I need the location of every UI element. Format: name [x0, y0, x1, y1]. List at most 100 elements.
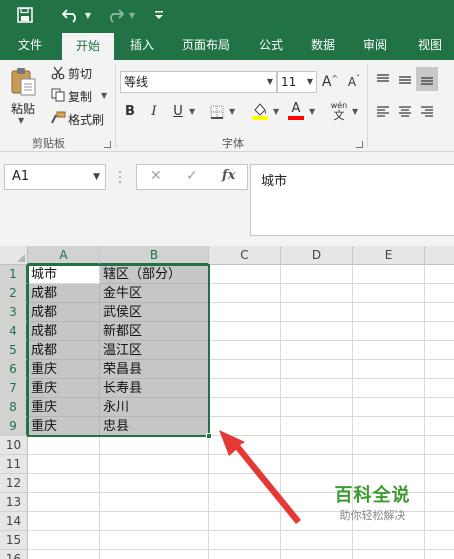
active-cell[interactable]: 城市	[28, 265, 100, 284]
cell[interactable]	[209, 379, 281, 398]
font-size-select[interactable]: 11 ▼	[277, 71, 317, 93]
name-box[interactable]: A1 ▼	[4, 164, 106, 190]
cell[interactable]: 成都	[28, 303, 100, 322]
row-header[interactable]: 13	[0, 493, 28, 512]
cell[interactable]	[100, 512, 209, 531]
cell[interactable]	[28, 455, 100, 474]
align-middle-icon[interactable]	[396, 70, 414, 88]
cell[interactable]	[281, 531, 353, 550]
italic-button[interactable]: I	[146, 101, 162, 121]
cell[interactable]: 荣昌县	[100, 360, 209, 379]
cell[interactable]	[353, 341, 425, 360]
clipboard-dialog-launcher-icon[interactable]	[104, 141, 111, 148]
underline-dropdown-chevron-icon[interactable]: ▼	[189, 107, 195, 116]
cell[interactable]	[425, 360, 454, 379]
tab-review[interactable]: 审阅	[354, 30, 396, 60]
cell[interactable]	[281, 550, 353, 559]
cell[interactable]	[209, 417, 281, 436]
cell[interactable]	[209, 512, 281, 531]
tab-view[interactable]: 视图	[408, 30, 452, 60]
cell[interactable]	[281, 436, 353, 455]
cell[interactable]: 重庆	[28, 360, 100, 379]
column-c-header[interactable]: C	[209, 246, 281, 265]
cell[interactable]	[353, 265, 425, 284]
cell[interactable]	[28, 474, 100, 493]
cell[interactable]	[353, 550, 425, 559]
undo-dropdown-chevron-icon[interactable]: ▼	[83, 4, 93, 26]
cell[interactable]	[425, 379, 454, 398]
enter-icon[interactable]: ✓	[186, 168, 198, 184]
cell[interactable]: 温江区	[100, 341, 209, 360]
cell[interactable]	[209, 341, 281, 360]
copy-dropdown-chevron-icon[interactable]: ▼	[101, 91, 107, 100]
font-name-select[interactable]: 等线 ▼	[120, 71, 277, 93]
cell[interactable]	[425, 398, 454, 417]
cell[interactable]	[100, 474, 209, 493]
align-right-icon[interactable]	[418, 102, 436, 120]
cut-button-label[interactable]: 剪切	[68, 65, 92, 82]
cell[interactable]	[281, 322, 353, 341]
cell[interactable]	[281, 284, 353, 303]
cell[interactable]	[209, 531, 281, 550]
cell[interactable]	[281, 417, 353, 436]
cell[interactable]	[209, 474, 281, 493]
fill-color-dropdown-chevron-icon[interactable]: ▼	[273, 107, 279, 116]
cell[interactable]	[425, 341, 454, 360]
cell[interactable]	[209, 436, 281, 455]
cell[interactable]	[281, 303, 353, 322]
cell[interactable]	[209, 398, 281, 417]
cell[interactable]	[100, 531, 209, 550]
cell[interactable]	[425, 436, 454, 455]
font-dialog-launcher-icon[interactable]	[356, 141, 363, 148]
cell[interactable]	[353, 417, 425, 436]
cell[interactable]: 重庆	[28, 379, 100, 398]
cell[interactable]: 重庆	[28, 398, 100, 417]
paste-dropdown-chevron-icon[interactable]: ▼	[18, 116, 24, 125]
row-header[interactable]: 6	[0, 360, 28, 379]
cell[interactable]	[281, 398, 353, 417]
phonetic-guide-button[interactable]: wén 文	[328, 100, 350, 122]
paste-icon[interactable]	[8, 66, 38, 98]
align-left-icon[interactable]	[374, 102, 392, 120]
cell[interactable]	[353, 455, 425, 474]
cell[interactable]	[425, 493, 454, 512]
floppy-disk-icon[interactable]	[14, 4, 36, 26]
tab-home[interactable]: 开始	[62, 33, 114, 60]
cell[interactable]	[209, 550, 281, 559]
copy-icon[interactable]	[50, 87, 66, 103]
row-header[interactable]: 2	[0, 284, 28, 303]
cancel-icon[interactable]: ✕	[150, 168, 162, 184]
cell[interactable]	[100, 493, 209, 512]
cell[interactable]	[209, 284, 281, 303]
cell[interactable]	[353, 284, 425, 303]
cell[interactable]	[281, 265, 353, 284]
tab-data[interactable]: 数据	[302, 30, 344, 60]
column-a-header[interactable]: A	[28, 246, 100, 265]
cell[interactable]	[425, 417, 454, 436]
copy-button-label[interactable]: 复制	[68, 88, 92, 105]
cell[interactable]	[425, 550, 454, 559]
align-top-icon[interactable]	[374, 70, 392, 88]
borders-dropdown-chevron-icon[interactable]: ▼	[229, 107, 235, 116]
cell[interactable]	[353, 322, 425, 341]
cell[interactable]: 永川	[100, 398, 209, 417]
cell[interactable]	[100, 436, 209, 455]
formula-input[interactable]: 城市	[250, 164, 454, 236]
cell[interactable]	[281, 455, 353, 474]
format-painter-button-label[interactable]: 格式刷	[68, 111, 104, 128]
cell[interactable]	[209, 493, 281, 512]
redo-dropdown-chevron-icon[interactable]: ▼	[127, 4, 137, 26]
row-header[interactable]: 7	[0, 379, 28, 398]
row-header[interactable]: 14	[0, 512, 28, 531]
cell[interactable]	[425, 322, 454, 341]
row-header[interactable]: 15	[0, 531, 28, 550]
row-header[interactable]: 9	[0, 417, 28, 436]
row-header[interactable]: 16	[0, 550, 28, 559]
cell[interactable]: 忠县	[100, 417, 209, 436]
underline-button[interactable]: U	[170, 101, 186, 121]
decrease-font-size-button[interactable]: Aˇ	[345, 72, 363, 92]
cell[interactable]	[28, 436, 100, 455]
cell[interactable]	[425, 455, 454, 474]
fill-handle[interactable]	[206, 433, 212, 439]
bold-button[interactable]: B	[122, 101, 138, 121]
